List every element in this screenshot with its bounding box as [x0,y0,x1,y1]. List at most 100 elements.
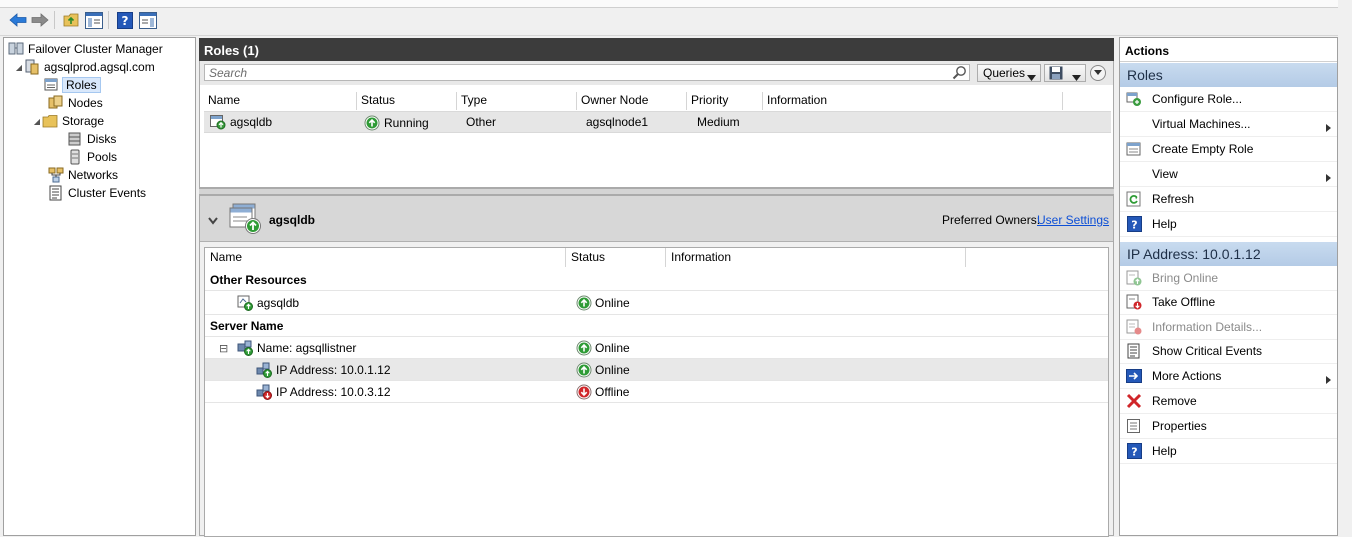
tree-item-roles[interactable]: Roles [44,76,101,94]
role-owner-node: agsqlnode1 [586,115,649,129]
table-row[interactable]: IP Address: 10.0.1.12 Online [205,359,1108,381]
action-remove[interactable]: Remove [1120,389,1337,414]
pane-splitter[interactable] [199,188,1114,195]
column-header-filler [1063,92,1111,110]
action-help[interactable]: ? Help [1120,212,1337,237]
resource-status: Online [595,296,630,310]
action-configure-role[interactable]: Configure Role... [1120,87,1337,112]
tree-item-label: Cluster Events [68,186,147,200]
up-folder-icon[interactable] [61,10,81,30]
help-icon: ? [1126,443,1142,459]
role-status: Running [384,115,429,130]
roles-icon [44,77,60,93]
column-header-name[interactable]: Name [204,92,357,110]
table-row[interactable]: ⊟ Name: agsqllistner Online [205,337,1108,359]
role-large-icon [229,202,263,239]
queries-button[interactable]: Queries [977,64,1041,82]
action-properties[interactable]: Properties [1120,414,1337,439]
resource-status-cell: Online [576,340,630,356]
action-label: Take Offline [1152,295,1216,309]
tree-item-networks[interactable]: Networks [48,166,118,184]
svg-text:?: ? [1131,446,1137,459]
back-icon[interactable] [8,10,28,30]
tree-item-label: Nodes [68,96,103,110]
show-hide-tree-icon[interactable] [84,10,104,30]
tree-item-cluster-events[interactable]: Cluster Events [48,184,146,202]
group-label: Server Name [210,319,284,333]
show-hide-action-pane-icon[interactable] [138,10,158,30]
action-bring-online[interactable]: Bring Online [1120,266,1337,291]
table-row[interactable]: agsqldb Online [205,291,1108,315]
refresh-icon [1126,191,1142,207]
properties-icon [1126,418,1142,434]
actions-section-ip-address[interactable]: IP Address: 10.0.1.12 [1120,242,1337,266]
create-empty-role-icon [1126,141,1142,157]
table-row[interactable]: IP Address: 10.0.3.12 Offline [205,381,1108,403]
tree-item-label: Failover Cluster Manager [28,42,163,56]
column-header-priority[interactable]: Priority [687,92,763,110]
configure-role-icon [1126,91,1142,107]
action-label: View [1152,167,1178,181]
column-header-information[interactable]: Information [666,248,966,267]
action-refresh[interactable]: Refresh [1120,187,1337,212]
information-details-icon [1126,319,1142,335]
action-label: Information Details... [1152,320,1263,334]
expand-toggle-icon[interactable]: ◢ [14,63,24,72]
tree-item-cluster[interactable]: ◢ agsqlprod.agsql.com [14,58,155,76]
expand-toggle-icon[interactable]: ◢ [32,117,42,126]
action-label: Help [1152,444,1177,458]
help-icon[interactable]: ? [115,10,135,30]
column-header-owner-node[interactable]: Owner Node [577,92,687,110]
collapse-pane-icon[interactable] [1090,65,1106,81]
resource-status-cell: Online [576,295,630,311]
status-online-icon [364,115,380,131]
collapse-chevron-icon[interactable] [208,214,218,228]
search-input[interactable]: Search [204,64,970,81]
user-settings-link[interactable]: User Settings [1037,213,1109,227]
action-create-empty-role[interactable]: Create Empty Role [1120,137,1337,162]
role-name: agsqldb [230,114,273,129]
role-icon [210,114,226,130]
column-header-information[interactable]: Information [763,92,1063,110]
group-row-server-name: Server Name [205,315,1108,337]
action-show-critical-events[interactable]: Show Critical Events [1120,339,1337,364]
action-take-offline[interactable]: Take Offline [1120,290,1337,315]
action-more-actions[interactable]: More Actions [1120,364,1337,389]
column-header-type[interactable]: Type [457,92,577,110]
action-information-details[interactable]: Information Details... [1120,315,1337,340]
action-view[interactable]: View [1120,162,1337,187]
tree-item-nodes[interactable]: Nodes [48,94,103,112]
column-header-status[interactable]: Status [357,92,457,110]
action-help-ip[interactable]: ? Help [1120,439,1337,464]
resource-name: Name: agsqllistner [257,341,357,355]
column-header-name[interactable]: Name [205,248,566,267]
table-row[interactable]: agsqldb Running Other agsqlnode1 Medium [204,111,1111,133]
column-header-filler [966,248,1108,267]
search-icon[interactable] [952,65,967,83]
action-label: Refresh [1152,192,1195,206]
resource-status-cell: Offline [576,384,629,400]
cluster-manager-icon [8,41,24,57]
detail-header: agsqldb Preferred Owners: User Settings [200,196,1113,242]
save-query-button[interactable] [1044,64,1086,82]
tree-item-label: Disks [87,132,117,146]
action-label: Remove [1152,394,1197,408]
save-icon [1049,66,1063,83]
forward-icon[interactable] [30,10,50,30]
ip-address-icon [256,384,272,400]
networks-icon [48,167,64,183]
tree-item-storage[interactable]: ◢ Storage [32,112,104,130]
tree-item-label: Pools [87,150,118,164]
tree-item-disks[interactable]: Disks [67,130,116,148]
svg-text:?: ? [122,14,129,28]
tree-item-pools[interactable]: Pools [67,148,117,166]
resource-name-cell: IP Address: 10.0.3.12 [256,384,391,400]
action-virtual-machines[interactable]: Virtual Machines... [1120,112,1337,137]
tree-item-failover-cluster-manager[interactable]: Failover Cluster Manager [8,40,163,58]
collapse-node-icon[interactable]: ⊟ [219,342,231,355]
actions-section-roles[interactable]: Roles [1120,63,1337,87]
submenu-arrow-icon [1326,171,1331,185]
column-header-status[interactable]: Status [566,248,666,267]
roles-table: Name Status Type Owner Node Priority Inf… [199,85,1114,188]
tree-item-label: Storage [62,114,105,128]
